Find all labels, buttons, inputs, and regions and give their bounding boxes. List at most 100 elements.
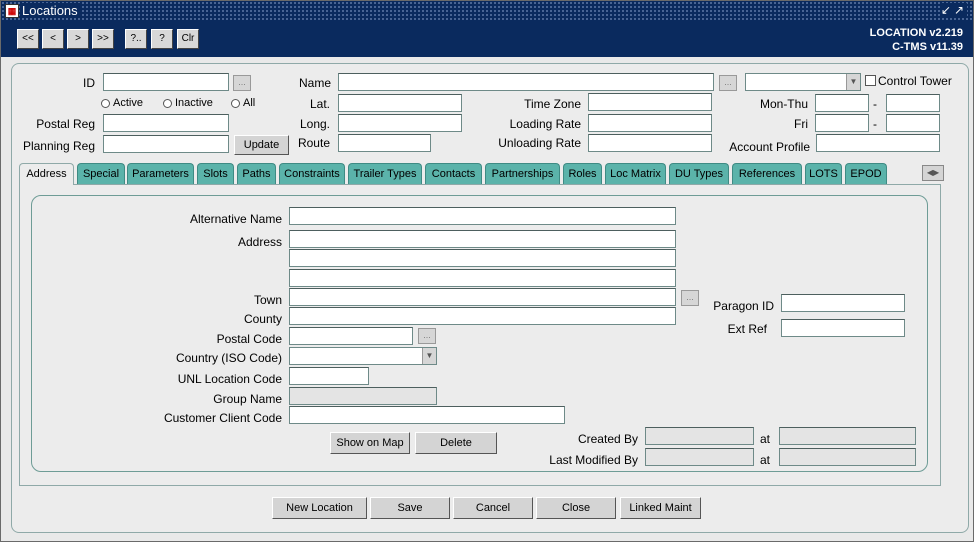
country-dropdown[interactable]: ▼ [289,347,437,365]
tab-partnerships[interactable]: Partnerships [485,163,560,184]
name-label: Name [299,76,332,90]
ctms-version: C-TMS v11.39 [892,41,963,53]
customer-client-code-input[interactable] [289,406,565,424]
location-version: LOCATION v2.219 [869,27,963,39]
tab-loc-matrix[interactable]: Loc Matrix [605,163,666,184]
planning-reg-input[interactable] [103,135,229,153]
address-line2-input[interactable] [289,249,676,267]
loading-rate-label: Loading Rate [509,117,581,131]
tab-lots[interactable]: LOTS [805,163,842,184]
control-tower-checkbox[interactable] [865,75,876,86]
tab-epod[interactable]: EPOD [845,163,887,184]
unl-location-code-input[interactable] [289,367,369,385]
radio-inactive-label: Inactive [175,97,213,109]
created-at-input[interactable] [779,427,916,445]
chevron-down-icon: ▼ [422,348,436,364]
last-modified-at-input[interactable] [779,448,916,466]
address-label: Address [237,235,282,249]
mon-thu-label: Mon-Thu [759,97,808,111]
ext-ref-input[interactable] [781,319,905,337]
mon-thu-dash: - [873,97,877,111]
name-lov-button[interactable]: … [719,75,737,91]
postal-code-lov-button[interactable]: … [418,328,436,344]
last-record-button[interactable]: >> [92,29,114,49]
loading-rate-input[interactable] [588,114,712,132]
tab-references[interactable]: References [732,163,802,184]
radio-inactive[interactable] [163,99,172,108]
created-by-input[interactable] [645,427,754,445]
app-icon: ▦ [5,4,19,18]
address-line3-input[interactable] [289,269,676,287]
window-controls[interactable]: ↙↗ [940,3,967,17]
tab-address[interactable]: Address [19,163,74,185]
tab-paths[interactable]: Paths [237,163,276,184]
chevron-down-icon: ▼ [846,74,860,90]
alternative-name-label: Alternative Name [189,212,282,226]
group-name-input[interactable] [289,387,437,405]
name-dropdown[interactable]: ▼ [745,73,861,91]
radio-active-label: Active [113,97,143,109]
radio-all-label: All [243,97,256,109]
query-list-button[interactable]: ?.. [125,29,147,49]
tab-scroll-arrows-icon[interactable]: ◀▶ [922,165,944,181]
fri-end-input[interactable] [886,114,940,132]
lat-input[interactable] [338,94,462,112]
tab-special[interactable]: Special [77,163,125,184]
alternative-name-input[interactable] [289,207,676,225]
query-button[interactable]: ? [151,29,173,49]
radio-all[interactable] [231,99,240,108]
lat-label: Lat. [309,97,330,111]
save-button[interactable]: Save [370,497,450,519]
planning-reg-label: Planning Reg [22,139,95,153]
new-location-button[interactable]: New Location [272,497,367,519]
town-input[interactable] [289,288,676,306]
long-label: Long. [299,117,330,131]
account-profile-label: Account Profile [729,140,810,154]
id-label: ID [83,76,95,90]
time-zone-input[interactable] [588,93,712,111]
tab-contacts[interactable]: Contacts [425,163,482,184]
show-on-map-button[interactable]: Show on Map [330,432,410,454]
fri-dash: - [873,117,877,131]
fri-label: Fri [794,117,808,131]
unloading-rate-input[interactable] [588,134,712,152]
paragon-id-input[interactable] [781,294,905,312]
county-label: County [243,312,282,326]
name-input[interactable] [338,73,714,91]
delete-button[interactable]: Delete [415,432,497,454]
tab-parameters[interactable]: Parameters [127,163,194,184]
clear-button[interactable]: Clr [177,29,199,49]
tab-slots[interactable]: Slots [197,163,234,184]
route-input[interactable] [338,134,431,152]
mon-thu-start-input[interactable] [815,94,869,112]
tab-du-types[interactable]: DU Types [669,163,729,184]
postal-reg-input[interactable] [103,114,229,132]
id-lov-button[interactable]: … [233,75,251,91]
time-zone-label: Time Zone [524,97,581,111]
tab-constraints[interactable]: Constraints [279,163,345,184]
account-profile-input[interactable] [816,134,940,152]
address-line1-input[interactable] [289,230,676,248]
postal-reg-label: Postal Reg [36,117,95,131]
last-modified-at-label: at [760,453,771,467]
radio-active[interactable] [101,99,110,108]
postal-code-input[interactable] [289,327,413,345]
fri-start-input[interactable] [815,114,869,132]
tab-roles[interactable]: Roles [563,163,602,184]
town-label: Town [253,293,282,307]
previous-record-button[interactable]: < [42,29,64,49]
long-input[interactable] [338,114,462,132]
cancel-button[interactable]: Cancel [453,497,533,519]
title-bar[interactable]: ▦ Locations ↙↗ [1,1,973,21]
linked-maint-button[interactable]: Linked Maint [620,497,701,519]
country-label: Country (ISO Code) [175,351,282,365]
update-button[interactable]: Update [234,135,289,155]
county-input[interactable] [289,307,676,325]
first-record-button[interactable]: << [17,29,39,49]
close-button[interactable]: Close [536,497,616,519]
last-modified-by-input[interactable] [645,448,754,466]
next-record-button[interactable]: > [67,29,89,49]
tab-trailer-types[interactable]: Trailer Types [348,163,422,184]
mon-thu-end-input[interactable] [886,94,940,112]
id-input[interactable] [103,73,229,91]
